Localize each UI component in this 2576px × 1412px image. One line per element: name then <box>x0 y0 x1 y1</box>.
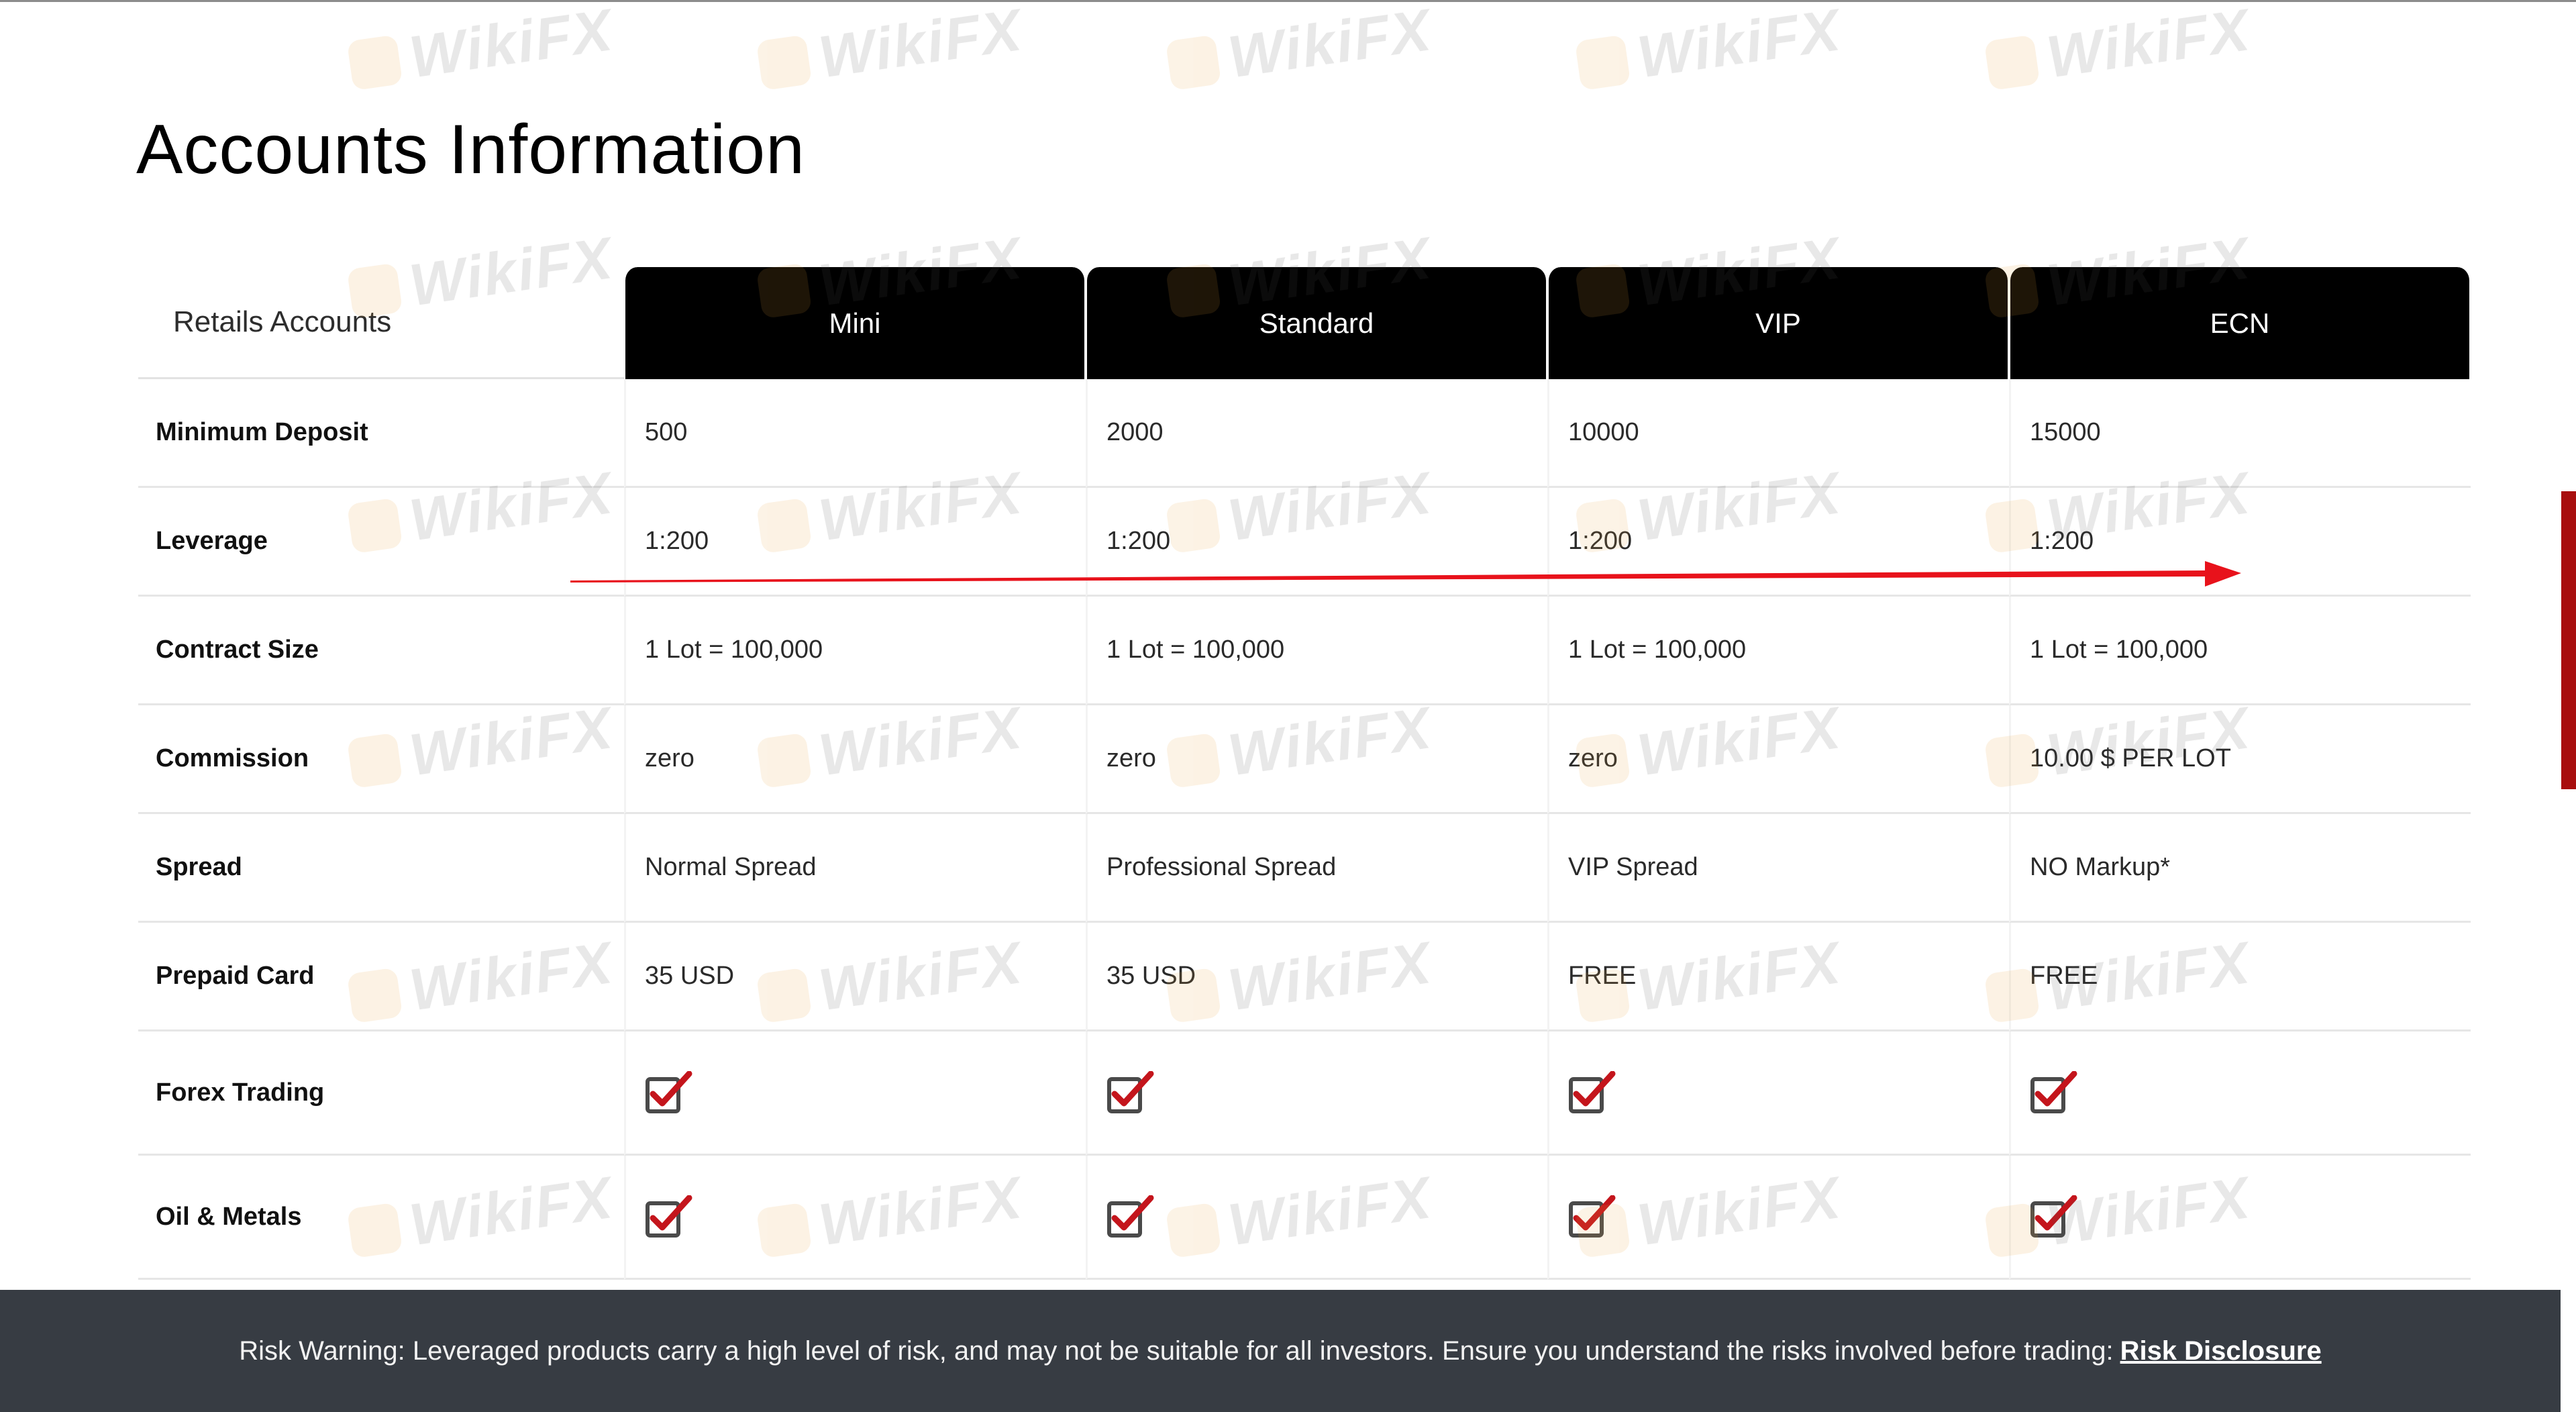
watermark: WikiFX <box>1164 0 1436 100</box>
row-label: Prepaid Card <box>138 923 624 1031</box>
checked-box-icon <box>646 1071 692 1113</box>
cell-mini <box>624 1031 1086 1156</box>
checked-box-icon <box>2030 1195 2077 1238</box>
cell-standard: zero <box>1086 705 1547 814</box>
check-slot <box>1568 1195 1616 1238</box>
row-prepaid-card: Prepaid Card 35 USD 35 USD FREE FREE <box>138 923 2471 1031</box>
checked-box-icon <box>1107 1195 1154 1238</box>
cell-mini <box>624 1156 1086 1280</box>
watermark: WikiFX <box>1983 0 2255 100</box>
plan-header-ecn: ECN <box>2009 267 2471 379</box>
row-label: Forex Trading <box>138 1031 624 1156</box>
row-leverage: Leverage 1:200 1:200 1:200 1:200 <box>138 488 2471 597</box>
watermark-text: WikiFX <box>2043 0 2255 91</box>
page-root: Accounts Information Retails Accounts Mi… <box>0 0 2576 1412</box>
plan-header-standard: Standard <box>1086 267 1547 379</box>
cell-ecn: NO Markup* <box>2009 814 2471 923</box>
row-forex-trading: Forex Trading <box>138 1031 2471 1156</box>
cell-ecn: 1:200 <box>2009 488 2471 597</box>
risk-warning-bar: Risk Warning: Leveraged products carry a… <box>0 1290 2561 1412</box>
cell-standard <box>1086 1031 1547 1156</box>
watermark: WikiFX <box>346 0 617 100</box>
accounts-table: Retails Accounts Mini Standard VIP ECN M… <box>138 267 2471 1280</box>
cell-mini: 1:200 <box>624 488 1086 597</box>
cell-mini: 1 Lot = 100,000 <box>624 597 1086 705</box>
row-spread: Spread Normal Spread Professional Spread… <box>138 814 2471 923</box>
row-label: Contract Size <box>138 597 624 705</box>
check-slot <box>1106 1071 1155 1113</box>
cell-vip: zero <box>1547 705 2009 814</box>
check-slot <box>1568 1071 1616 1113</box>
check-slot <box>1106 1195 1155 1238</box>
row-label: Spread <box>138 814 624 923</box>
cell-vip <box>1547 1031 2009 1156</box>
side-scroll-indicator[interactable] <box>2561 491 2576 789</box>
table-header-row: Retails Accounts Mini Standard VIP ECN <box>138 267 2471 379</box>
cell-mini: 35 USD <box>624 923 1086 1031</box>
cell-standard: 1 Lot = 100,000 <box>1086 597 1547 705</box>
retail-accounts-label: Retails Accounts <box>138 267 624 379</box>
check-slot <box>2030 1195 2078 1238</box>
risk-warning-text: Risk Warning: Leveraged products carry a… <box>239 1336 2321 1366</box>
cell-standard: 2000 <box>1086 379 1547 488</box>
row-contract-size: Contract Size 1 Lot = 100,000 1 Lot = 10… <box>138 597 2471 705</box>
cell-standard: Professional Spread <box>1086 814 1547 923</box>
plan-header-mini: Mini <box>624 267 1086 379</box>
watermark: WikiFX <box>1574 0 1845 100</box>
row-label: Commission <box>138 705 624 814</box>
cell-vip: FREE <box>1547 923 2009 1031</box>
cell-vip: 10000 <box>1547 379 2009 488</box>
cell-mini: 500 <box>624 379 1086 488</box>
check-slot <box>2030 1071 2078 1113</box>
cell-ecn: 1 Lot = 100,000 <box>2009 597 2471 705</box>
watermark: WikiFX <box>755 0 1027 100</box>
cell-ecn: 10.00 $ PER LOT <box>2009 705 2471 814</box>
watermark-logo-icon <box>1983 34 2041 91</box>
cell-vip: 1 Lot = 100,000 <box>1547 597 2009 705</box>
row-label: Minimum Deposit <box>138 379 624 488</box>
checked-box-icon <box>646 1195 692 1238</box>
plan-header-vip: VIP <box>1547 267 2009 379</box>
cell-standard <box>1086 1156 1547 1280</box>
row-minimum-deposit: Minimum Deposit 500 2000 10000 15000 <box>138 379 2471 488</box>
cell-ecn <box>2009 1031 2471 1156</box>
risk-warning-message: Risk Warning: Leveraged products carry a… <box>239 1335 2114 1366</box>
checked-box-icon <box>1569 1195 1616 1238</box>
row-label: Oil & Metals <box>138 1156 624 1280</box>
watermark-logo-icon <box>1574 34 1631 91</box>
cell-ecn <box>2009 1156 2471 1280</box>
cell-mini: Normal Spread <box>624 814 1086 923</box>
cell-vip: VIP Spread <box>1547 814 2009 923</box>
checked-box-icon <box>2030 1071 2077 1113</box>
watermark-text: WikiFX <box>405 0 617 91</box>
cell-ecn: FREE <box>2009 923 2471 1031</box>
watermark-text: WikiFX <box>1633 0 1845 91</box>
cell-vip: 1:200 <box>1547 488 2009 597</box>
risk-disclosure-link[interactable]: Risk Disclosure <box>2120 1336 2322 1366</box>
row-oil-metals: Oil & Metals <box>138 1156 2471 1280</box>
cell-vip <box>1547 1156 2009 1280</box>
row-label: Leverage <box>138 488 624 597</box>
checked-box-icon <box>1569 1071 1616 1113</box>
watermark-logo-icon <box>1165 34 1222 91</box>
watermark-logo-icon <box>756 34 813 91</box>
cell-ecn: 15000 <box>2009 379 2471 488</box>
row-commission: Commission zero zero zero 10.00 $ PER LO… <box>138 705 2471 814</box>
check-slot <box>645 1195 693 1238</box>
checked-box-icon <box>1107 1071 1154 1113</box>
watermark-text: WikiFX <box>1224 0 1436 91</box>
watermark-logo-icon <box>346 34 403 91</box>
top-divider <box>0 0 2576 2</box>
page-title: Accounts Information <box>136 111 805 189</box>
cell-mini: zero <box>624 705 1086 814</box>
watermark-text: WikiFX <box>815 0 1027 91</box>
check-slot <box>645 1071 693 1113</box>
cell-standard: 1:200 <box>1086 488 1547 597</box>
cell-standard: 35 USD <box>1086 923 1547 1031</box>
